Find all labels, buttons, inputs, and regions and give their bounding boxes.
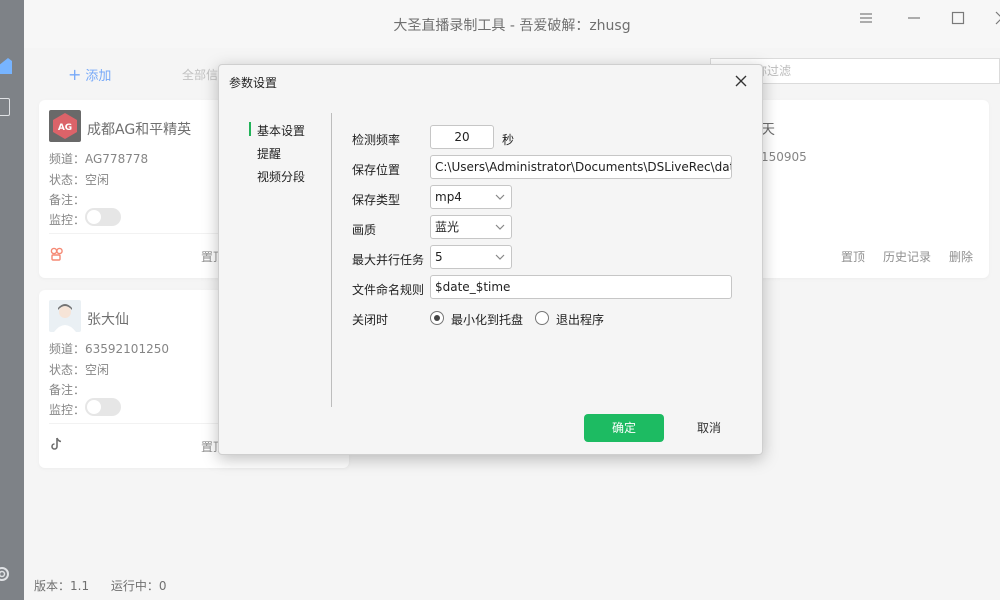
type-label: 保存类型 — [352, 193, 401, 207]
naming-rule-input[interactable]: $date_$time — [430, 275, 732, 299]
save-type-select[interactable]: mp4 — [430, 185, 512, 209]
quality-value: 蓝光 — [435, 220, 460, 234]
interval-unit: 秒 — [502, 133, 515, 147]
tab-reminder[interactable]: 提醒 — [257, 145, 281, 162]
interval-input[interactable]: 20 — [430, 125, 494, 149]
minimize-to-tray-label: 最小化到托盘 — [451, 313, 524, 327]
close-icon[interactable] — [733, 73, 749, 89]
chevron-down-icon — [495, 254, 505, 260]
nav-separator — [331, 113, 332, 407]
minimize-to-tray-radio[interactable] — [430, 311, 444, 325]
cancel-button[interactable]: 取消 — [679, 414, 739, 442]
tab-basic-settings[interactable]: 基本设置 — [257, 122, 305, 139]
tab-video-segment[interactable]: 视频分段 — [257, 168, 305, 185]
exit-program-radio[interactable] — [535, 311, 549, 325]
naming-label: 文件命名规则 — [352, 283, 425, 297]
ok-button[interactable]: 确定 — [584, 414, 664, 442]
quality-label: 画质 — [352, 223, 377, 237]
settings-dialog: 参数设置 基本设置 提醒 视频分段 检测频率 20 秒 保存位置 C:\User… — [218, 64, 763, 455]
path-label: 保存位置 — [352, 163, 401, 177]
chevron-down-icon — [495, 224, 505, 230]
parallel-label: 最大并行任务 — [352, 253, 425, 267]
active-tab-indicator — [249, 122, 251, 136]
interval-label: 检测频率 — [352, 133, 401, 147]
exit-program-label: 退出程序 — [556, 313, 605, 327]
dialog-title: 参数设置 — [229, 76, 278, 90]
parallel-select[interactable]: 5 — [430, 245, 512, 269]
save-path-input[interactable]: C:\Users\Administrator\Documents\DSLiveR… — [430, 155, 732, 179]
close-behaviour-label: 关闭时 — [352, 313, 389, 327]
quality-select[interactable]: 蓝光 — [430, 215, 512, 239]
parallel-value: 5 — [435, 250, 443, 264]
save-type-value: mp4 — [435, 190, 462, 204]
chevron-down-icon — [495, 194, 505, 200]
